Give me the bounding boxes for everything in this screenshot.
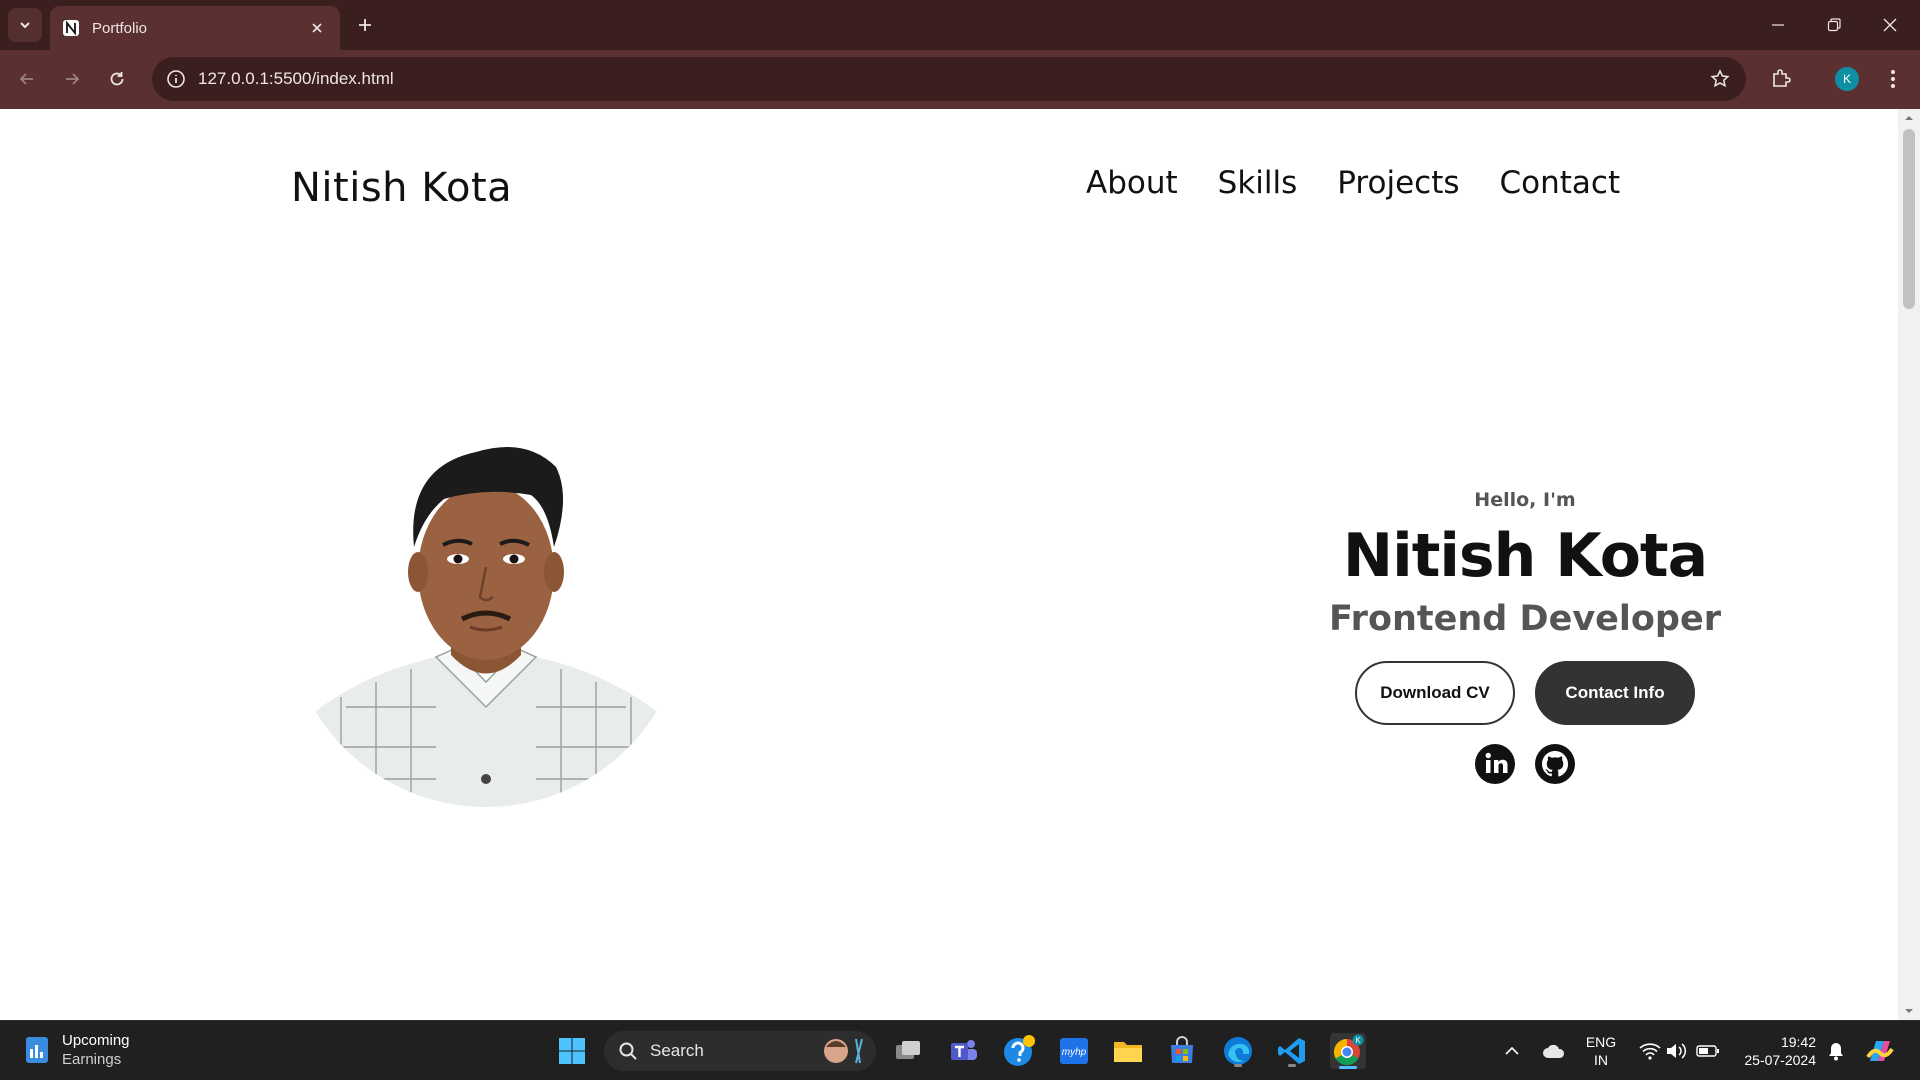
page-scrollbar[interactable] — [1898, 109, 1920, 1020]
tab-close-icon[interactable] — [306, 17, 328, 39]
svg-text:K: K — [1355, 1036, 1361, 1045]
linkedin-icon[interactable] — [1474, 743, 1516, 785]
portfolio-favicon-icon — [62, 19, 80, 37]
address-bar[interactable]: 127.0.0.1:5500/index.html — [152, 57, 1746, 101]
clock-date: 25-07-2024 — [1744, 1052, 1816, 1068]
plus-icon — [359, 19, 371, 31]
minimize-icon — [1772, 24, 1784, 26]
taskbar-search[interactable]: Search — [604, 1031, 876, 1071]
chrome-active-indicator — [1339, 1066, 1357, 1069]
search-label: Search — [650, 1041, 704, 1060]
github-icon[interactable] — [1534, 743, 1576, 785]
myhp-icon[interactable]: myhp — [1056, 1033, 1092, 1069]
page-viewport: Nitish Kota About Skills Projects Contac… — [0, 109, 1898, 1020]
contact-info-button[interactable]: Contact Info — [1535, 661, 1695, 725]
more-vertical-icon — [1891, 70, 1895, 88]
scroll-down-arrow-icon[interactable] — [1898, 1002, 1920, 1020]
onedrive-cloud-icon[interactable] — [1536, 1033, 1572, 1069]
tab-search-button[interactable] — [8, 8, 42, 42]
news-widget-icon — [26, 1037, 48, 1063]
hero-greeting: Hello, I'm — [1474, 489, 1576, 511]
avatar: K — [1835, 67, 1859, 91]
windows-taskbar: Upcoming Earnings Search myhp K ENG IN 1… — [0, 1020, 1920, 1080]
get-help-icon[interactable] — [1001, 1033, 1037, 1069]
windows-logo-icon — [559, 1038, 585, 1064]
download-cv-button[interactable]: Download CV — [1355, 661, 1515, 725]
chrome-icon[interactable]: K — [1330, 1033, 1366, 1069]
nav-link-about[interactable]: About — [1086, 165, 1178, 201]
tab-title: Portfolio — [92, 19, 148, 37]
arrow-left-icon — [19, 73, 33, 85]
browser-toolbar: 127.0.0.1:5500/index.html K — [0, 50, 1920, 109]
vscode-icon[interactable] — [1274, 1033, 1310, 1069]
reload-button[interactable] — [100, 62, 134, 96]
nav-link-contact[interactable]: Contact — [1500, 165, 1621, 201]
hero-buttons: Download CV Contact Info — [1300, 661, 1750, 725]
reload-icon — [110, 72, 124, 86]
language-region: IN — [1594, 1052, 1608, 1068]
puzzle-icon — [1773, 69, 1791, 87]
nav-link-projects[interactable]: Projects — [1337, 165, 1459, 201]
close-window-button[interactable] — [1870, 8, 1910, 42]
browser-titlebar: Portfolio — [0, 0, 1920, 50]
language-indicator[interactable]: ENG IN — [1584, 1033, 1618, 1069]
widgets-button[interactable]: Upcoming Earnings — [24, 1031, 130, 1069]
nav-link-skills[interactable]: Skills — [1218, 165, 1298, 201]
language-code: ENG — [1585, 1034, 1617, 1050]
vscode-running-indicator — [1288, 1064, 1296, 1067]
scroll-up-arrow-icon[interactable] — [1898, 109, 1920, 127]
widget-title: Upcoming — [62, 1032, 130, 1049]
bookmark-star-icon[interactable] — [1708, 67, 1732, 91]
scroll-thumb[interactable] — [1903, 129, 1915, 309]
close-icon — [1883, 18, 1897, 32]
clock[interactable]: 19:42 25-07-2024 — [1730, 1033, 1816, 1069]
task-view-icon[interactable] — [890, 1033, 926, 1069]
url-text[interactable]: 127.0.0.1:5500/index.html — [198, 69, 394, 89]
site-info-icon[interactable] — [166, 69, 186, 89]
chevron-down-icon — [20, 22, 30, 29]
battery-icon[interactable] — [1690, 1033, 1726, 1069]
volume-icon[interactable] — [1658, 1033, 1694, 1069]
hero-name: Nitish Kota — [1342, 521, 1708, 591]
browser-menu-button[interactable] — [1876, 62, 1910, 96]
file-explorer-icon[interactable] — [1110, 1033, 1146, 1069]
social-links — [1300, 743, 1750, 785]
teams-icon[interactable] — [946, 1033, 982, 1069]
restore-button[interactable] — [1814, 8, 1854, 42]
hero-section: Hello, I'm Nitish Kota Frontend Develope… — [1300, 489, 1750, 785]
forward-button[interactable] — [55, 62, 89, 96]
site-nav: About Skills Projects Contact — [1086, 165, 1620, 201]
hero-role: Frontend Developer — [1329, 599, 1721, 639]
search-icon — [619, 1042, 637, 1060]
restore-icon — [1827, 18, 1841, 32]
microsoft-store-icon[interactable] — [1164, 1033, 1200, 1069]
profile-photo — [286, 407, 686, 807]
minimize-button[interactable] — [1758, 8, 1798, 42]
notification-bell-icon[interactable] — [1818, 1033, 1854, 1069]
new-tab-button[interactable] — [352, 12, 378, 38]
clock-time: 19:42 — [1780, 1034, 1816, 1050]
extensions-button[interactable] — [1764, 62, 1798, 96]
browser-tab[interactable]: Portfolio — [50, 6, 340, 50]
profile-button[interactable]: K — [1830, 62, 1864, 96]
edge-running-indicator — [1234, 1064, 1242, 1067]
copilot-icon[interactable] — [1862, 1033, 1898, 1069]
show-hidden-icons-chevron-up-icon[interactable] — [1494, 1033, 1530, 1069]
widget-subtitle: Earnings — [62, 1051, 122, 1068]
arrow-right-icon — [66, 73, 80, 85]
start-button[interactable] — [554, 1033, 590, 1069]
edge-icon[interactable] — [1220, 1033, 1256, 1069]
svg-text:myhp: myhp — [1062, 1047, 1087, 1058]
search-highlight-icon — [824, 1038, 863, 1064]
site-logo[interactable]: Nitish Kota — [291, 165, 512, 211]
back-button[interactable] — [10, 62, 44, 96]
